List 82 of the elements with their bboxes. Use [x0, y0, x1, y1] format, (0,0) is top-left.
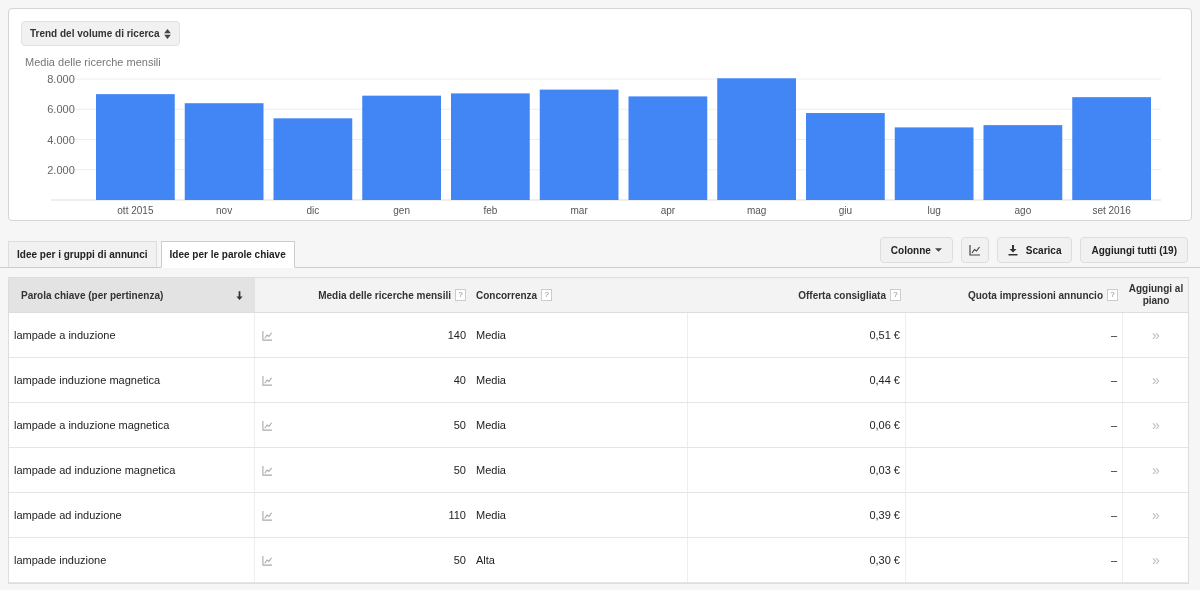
keyword-cell-text: lampade induzione: [14, 552, 107, 568]
keyword-cell-text: lampade ad induzione magnetica: [14, 462, 176, 478]
searches-cell-text: 40: [453, 372, 466, 388]
impression-share-cell-text: –: [1110, 507, 1117, 523]
impression-share-cell-text: –: [1110, 552, 1117, 568]
download-icon: [1007, 244, 1018, 256]
impression-share-cell-text: –: [1110, 372, 1117, 388]
bid-cell-text: 0,30 €: [869, 552, 900, 568]
competition-cell-text: Media: [476, 372, 506, 388]
axis-category-label: giu: [838, 204, 853, 216]
trend-chart-icon[interactable]: [262, 554, 273, 566]
column-header-label: Concorrenza: [476, 288, 538, 303]
axis-tick-label: 4.000: [47, 133, 75, 145]
add-to-plan-link[interactable]: »: [1152, 324, 1160, 346]
line-chart-icon: [968, 244, 981, 256]
searches-cell-text: 50: [453, 462, 466, 478]
trend-chart-icon[interactable]: [262, 509, 273, 521]
impression-share-cell-text: –: [1110, 417, 1117, 433]
up-down-caret-icon: [163, 28, 171, 39]
caret-icon: [934, 248, 942, 252]
axis-category-label: nov: [216, 204, 233, 216]
metric-dropdown[interactable]: Trend del volume di ricerca: [21, 21, 180, 46]
axis-category-label: set 2016: [1092, 204, 1131, 216]
trend-chart-icon[interactable]: [262, 329, 273, 341]
axis-tick-label: 8.000: [47, 72, 75, 85]
tab[interactable]: Idee per i gruppi di annunci: [8, 241, 157, 267]
searches-cell-text: 50: [453, 552, 466, 568]
axis-category-label: mar: [570, 204, 588, 216]
competition-cell-text: Media: [476, 417, 506, 433]
chart-y-label: Media delle ricerche mensili: [25, 55, 162, 70]
help-icon[interactable]: ?: [541, 289, 553, 301]
competition-cell-text: Media: [476, 327, 506, 343]
bid-cell-text: 0,44 €: [869, 372, 900, 388]
keyword-cell-text: lampade a induzione: [14, 327, 116, 343]
download-button[interactable]: Scarica: [996, 237, 1073, 263]
competition-cell-text: Media: [476, 462, 506, 478]
tab[interactable]: Idee per le parole chiave: [160, 241, 295, 268]
competition-cell-text: Media: [476, 507, 506, 523]
add-to-plan-link[interactable]: »: [1152, 549, 1160, 571]
competition-cell-text: Alta: [476, 552, 495, 568]
searches-cell-text: 110: [448, 507, 466, 523]
keyword-cell-text: lampade ad induzione: [14, 507, 122, 523]
column-header-label: Media delle ricerche mensili: [318, 288, 451, 303]
keyword-cell-text: lampade induzione magnetica: [14, 372, 161, 388]
help-icon[interactable]: ?: [890, 289, 901, 301]
bid-cell-text: 0,39 €: [869, 507, 900, 523]
column-header-label: Offerta consigliata: [798, 288, 886, 303]
add-to-plan-link[interactable]: »: [1152, 459, 1160, 481]
column-header: Aggiungi al piano: [1127, 282, 1185, 308]
help-icon[interactable]: ?: [1107, 289, 1118, 301]
axis-category-label: mag: [746, 204, 767, 216]
bid-cell-text: 0,51 €: [869, 327, 900, 343]
add-all-button[interactable]: Aggiungi tutti (19): [1080, 237, 1188, 263]
axis-category-label: feb: [483, 204, 498, 216]
trend-chart-icon[interactable]: [262, 374, 273, 386]
add-to-plan-link[interactable]: »: [1152, 369, 1160, 391]
add-to-plan-link[interactable]: »: [1152, 504, 1160, 526]
axis-category-label: gen: [393, 204, 410, 216]
axis-tick-label: 6.000: [47, 102, 75, 115]
searches-cell-text: 50: [453, 417, 466, 433]
trend-chart-icon[interactable]: [262, 464, 273, 476]
columns-button[interactable]: Colonne: [879, 237, 953, 263]
axis-category-label: dic: [306, 204, 320, 216]
trend-chart-icon[interactable]: [262, 419, 273, 431]
column-header[interactable]: Parola chiave (per pertinenza): [9, 278, 255, 312]
bid-cell-text: 0,03 €: [869, 462, 900, 478]
searches-cell-text: 140: [447, 327, 466, 343]
axis-tick-label: 2.000: [47, 163, 75, 176]
chart-button[interactable]: [960, 237, 989, 263]
column-header-label: Parola chiave (per pertinenza): [21, 288, 164, 303]
impression-share-cell-text: –: [1110, 327, 1117, 343]
sort-arrow-icon: [236, 290, 243, 300]
keyword-cell-text: lampade a induzione magnetica: [14, 417, 170, 433]
help-icon[interactable]: ?: [455, 289, 466, 301]
add-to-plan-link[interactable]: »: [1152, 414, 1160, 436]
impression-share-cell-text: –: [1110, 462, 1117, 478]
axis-category-label: ott 2015: [117, 204, 154, 216]
column-header-label: Quota impressioni annuncio: [968, 288, 1103, 303]
bid-cell-text: 0,06 €: [869, 417, 900, 433]
axis-category-label: lug: [927, 204, 941, 216]
axis-category-label: ago: [1014, 204, 1032, 216]
axis-category-label: apr: [660, 204, 676, 216]
